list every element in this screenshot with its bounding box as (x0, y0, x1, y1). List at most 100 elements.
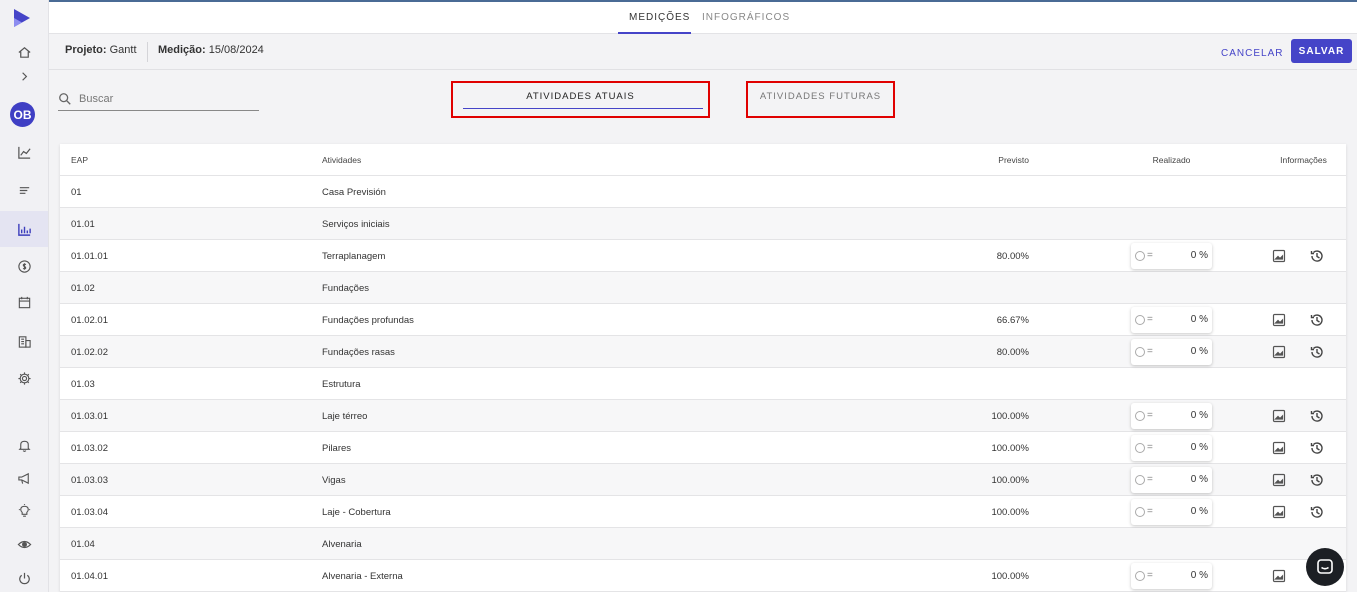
col-atividades: Atividades (322, 155, 362, 165)
check-circle-icon (1135, 347, 1145, 357)
history-icon[interactable] (1309, 472, 1325, 488)
history-icon[interactable] (1309, 408, 1325, 424)
eye-icon[interactable] (0, 529, 48, 559)
equals-icon: = (1147, 314, 1153, 325)
bell-icon[interactable] (0, 430, 48, 460)
realizado-value: 0 % (1190, 250, 1208, 261)
row-activity: Alvenaria - Externa (322, 571, 403, 582)
image-icon[interactable] (1272, 409, 1286, 423)
check-circle-icon (1135, 411, 1145, 421)
app-logo-icon[interactable] (12, 7, 32, 31)
image-icon[interactable] (1272, 473, 1286, 487)
realizado-input[interactable]: = 0 % (1131, 307, 1212, 333)
equals-icon: = (1147, 250, 1153, 261)
check-circle-icon (1135, 507, 1145, 517)
realizado-input[interactable]: = 0 % (1131, 563, 1212, 589)
table-row: 01.03 Estrutura (60, 368, 1346, 400)
project-info: Projeto: Gantt (65, 44, 137, 56)
search-input[interactable] (79, 89, 254, 109)
row-activity: Estrutura (322, 379, 361, 390)
equals-icon: = (1147, 474, 1153, 485)
activities-table: EAP Atividades Previsto Realizado Inform… (60, 144, 1346, 592)
bar-chart-icon[interactable] (0, 211, 48, 247)
power-icon[interactable] (0, 563, 48, 592)
check-circle-icon (1135, 315, 1145, 325)
table-row: 01.04 Alvenaria (60, 528, 1346, 560)
chat-button[interactable] (1306, 548, 1344, 586)
row-activity: Terraplanagem (322, 251, 386, 262)
row-eap: 01.01 (71, 219, 95, 230)
project-value: Gantt (109, 44, 137, 56)
equals-icon: = (1147, 442, 1153, 453)
chart-line-icon[interactable] (0, 137, 48, 167)
row-eap: 01.04.01 (71, 571, 108, 582)
tab-medicoes[interactable]: MEDIÇÕES (629, 12, 690, 23)
history-icon[interactable] (1309, 504, 1325, 520)
realizado-input[interactable]: = 0 % (1131, 339, 1212, 365)
table-row: 01.03.01 Laje térreo 100.00% = 0 % (60, 400, 1346, 432)
realizado-input[interactable]: = 0 % (1131, 403, 1212, 429)
cancel-button[interactable]: CANCELAR (1213, 42, 1291, 64)
image-icon[interactable] (1272, 505, 1286, 519)
row-previsto: 100.00% (991, 443, 1029, 454)
row-eap: 01.03.03 (71, 475, 108, 486)
realizado-value: 0 % (1190, 570, 1208, 581)
dollar-icon[interactable] (0, 251, 48, 281)
chevron-right-icon[interactable] (0, 61, 48, 91)
megaphone-icon[interactable] (0, 463, 48, 493)
tab-atividades-atuais[interactable]: ATIVIDADES ATUAIS (451, 81, 710, 118)
equals-icon: = (1147, 346, 1153, 357)
row-eap: 01.03 (71, 379, 95, 390)
gear-icon[interactable] (0, 363, 48, 393)
save-button[interactable]: SALVAR (1291, 39, 1352, 63)
tab-atividades-futuras[interactable]: ATIVIDADES FUTURAS (746, 81, 895, 118)
table-row: 01.02 Fundações (60, 272, 1346, 304)
calendar-icon[interactable] (0, 287, 48, 317)
equals-icon: = (1147, 570, 1153, 581)
table-row: 01 Casa Previsión (60, 176, 1346, 208)
row-activity: Pilares (322, 443, 352, 454)
building-icon[interactable] (0, 326, 48, 356)
row-previsto: 66.67% (996, 315, 1029, 326)
chat-icon (1317, 559, 1333, 574)
row-eap: 01.04 (71, 539, 95, 550)
active-subtab-indicator (463, 108, 703, 109)
list-icon[interactable] (0, 175, 48, 205)
image-icon[interactable] (1272, 345, 1286, 359)
row-eap: 01.02.02 (71, 347, 108, 358)
row-activity: Laje - Cobertura (322, 507, 391, 518)
table-row: 01.02.02 Fundações rasas 80.00% = 0 % (60, 336, 1346, 368)
project-label: Projeto: (65, 44, 107, 56)
row-eap: 01.03.02 (71, 443, 108, 454)
top-bar: MEDIÇÕES INFOGRÁFICOS (49, 0, 1357, 34)
realizado-value: 0 % (1190, 314, 1208, 325)
tab-infograficos[interactable]: INFOGRÁFICOS (702, 12, 790, 23)
realizado-input[interactable]: = 0 % (1131, 435, 1212, 461)
row-eap: 01.03.04 (71, 507, 108, 518)
image-icon[interactable] (1272, 249, 1286, 263)
row-previsto: 100.00% (991, 507, 1029, 518)
row-activity: Casa Previsión (322, 187, 386, 198)
search-box (58, 86, 259, 111)
table-row: 01.04.01 Alvenaria - Externa 100.00% = 0 % (60, 560, 1346, 592)
realizado-input[interactable]: = 0 % (1131, 467, 1212, 493)
header-divider (147, 42, 148, 62)
image-icon[interactable] (1272, 441, 1286, 455)
image-icon[interactable] (1272, 313, 1286, 327)
sidebar: OB (0, 0, 49, 592)
table-row: 01.03.03 Vigas 100.00% = 0 % (60, 464, 1346, 496)
avatar[interactable]: OB (10, 102, 35, 127)
history-icon[interactable] (1309, 344, 1325, 360)
realizado-input[interactable]: = 0 % (1131, 499, 1212, 525)
check-circle-icon (1135, 443, 1145, 453)
row-activity: Vigas (322, 475, 346, 486)
history-icon[interactable] (1309, 248, 1325, 264)
col-informacoes: Informações (1280, 155, 1327, 165)
table-row: 01.02.01 Fundações profundas 66.67% = 0 % (60, 304, 1346, 336)
measurement-info: Medição: 15/08/2024 (158, 44, 264, 56)
history-icon[interactable] (1309, 312, 1325, 328)
image-icon[interactable] (1272, 569, 1286, 583)
lightbulb-icon[interactable] (0, 495, 48, 525)
realizado-input[interactable]: = 0 % (1131, 243, 1212, 269)
history-icon[interactable] (1309, 440, 1325, 456)
